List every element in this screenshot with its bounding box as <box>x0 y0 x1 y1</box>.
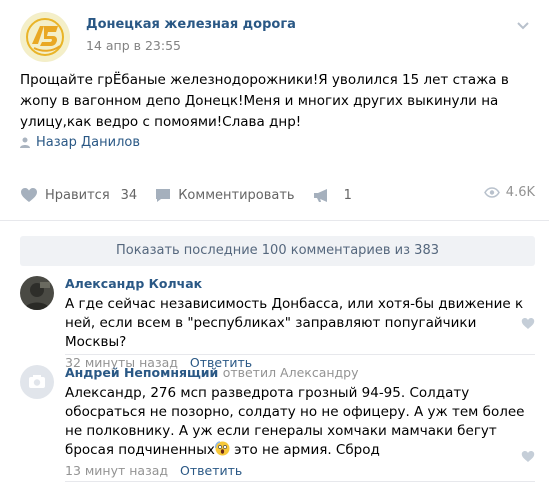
post-text: Прощайте грЁбаные железнодорожники!Я уво… <box>20 72 509 130</box>
comment-icon <box>156 188 171 202</box>
chevron-down-icon[interactable] <box>516 18 530 32</box>
like-label: Нравится <box>45 187 110 203</box>
post-date[interactable]: 14 апр в 23:55 <box>86 38 181 53</box>
eye-icon <box>483 187 500 198</box>
post-signer: Назар Данилов <box>20 135 140 150</box>
divider <box>0 220 549 221</box>
user-icon <box>20 137 30 148</box>
like-count: 34 <box>120 187 138 203</box>
comment-item: Александр Колчак А где сейчас независимо… <box>20 276 535 370</box>
share-count: 1 <box>343 187 352 203</box>
comment-text: Александр, 276 мсп разведрота грозный 94… <box>65 384 535 460</box>
views-counter: 4.6K <box>483 185 535 200</box>
reply-button[interactable]: Ответить <box>180 463 242 478</box>
post-actions: Нравится 34 Комментировать 1 4.6K <box>20 185 535 205</box>
comment-author[interactable]: Александр Колчак <box>65 276 535 291</box>
avatar[interactable] <box>20 365 54 399</box>
heart-icon <box>21 188 37 202</box>
post-header: Донецкая железная дорога 14 апр в 23:55 <box>20 12 530 62</box>
heart-icon[interactable] <box>521 317 535 330</box>
avatar[interactable] <box>20 276 54 310</box>
community-logo[interactable] <box>20 12 70 62</box>
comment-text-part: это не армия. Сброд <box>229 442 380 458</box>
comment-author-line: Андрей Непомнящий ответил Александру <box>65 365 535 380</box>
comment-text: А где сейчас независимость Донбасса, или… <box>65 296 524 350</box>
comment-author[interactable]: Андрей Непомнящий <box>65 365 218 380</box>
divider <box>65 481 535 482</box>
comment-meta: 13 минут назад Ответить <box>65 463 535 478</box>
divider <box>65 354 535 355</box>
heart-icon[interactable] <box>521 450 535 463</box>
scream-emoji-icon <box>214 441 230 456</box>
signer-name[interactable]: Назар Данилов <box>36 135 140 150</box>
show-more-comments-button[interactable]: Показать последние 100 комментариев из 3… <box>20 236 535 266</box>
comment-button[interactable]: Комментировать <box>155 187 295 203</box>
like-button[interactable]: Нравится 34 <box>20 187 137 203</box>
comment-time[interactable]: 13 минут назад <box>65 463 168 478</box>
comment-item: Андрей Непомнящий ответил Александру Але… <box>20 365 535 478</box>
views-count: 4.6K <box>505 185 535 200</box>
share-button[interactable]: 1 <box>313 188 352 203</box>
comment-label: Комментировать <box>178 187 295 203</box>
megaphone-icon <box>313 188 327 202</box>
reply-to[interactable]: ответил Александру <box>223 365 359 380</box>
post-author[interactable]: Донецкая железная дорога <box>86 17 296 32</box>
